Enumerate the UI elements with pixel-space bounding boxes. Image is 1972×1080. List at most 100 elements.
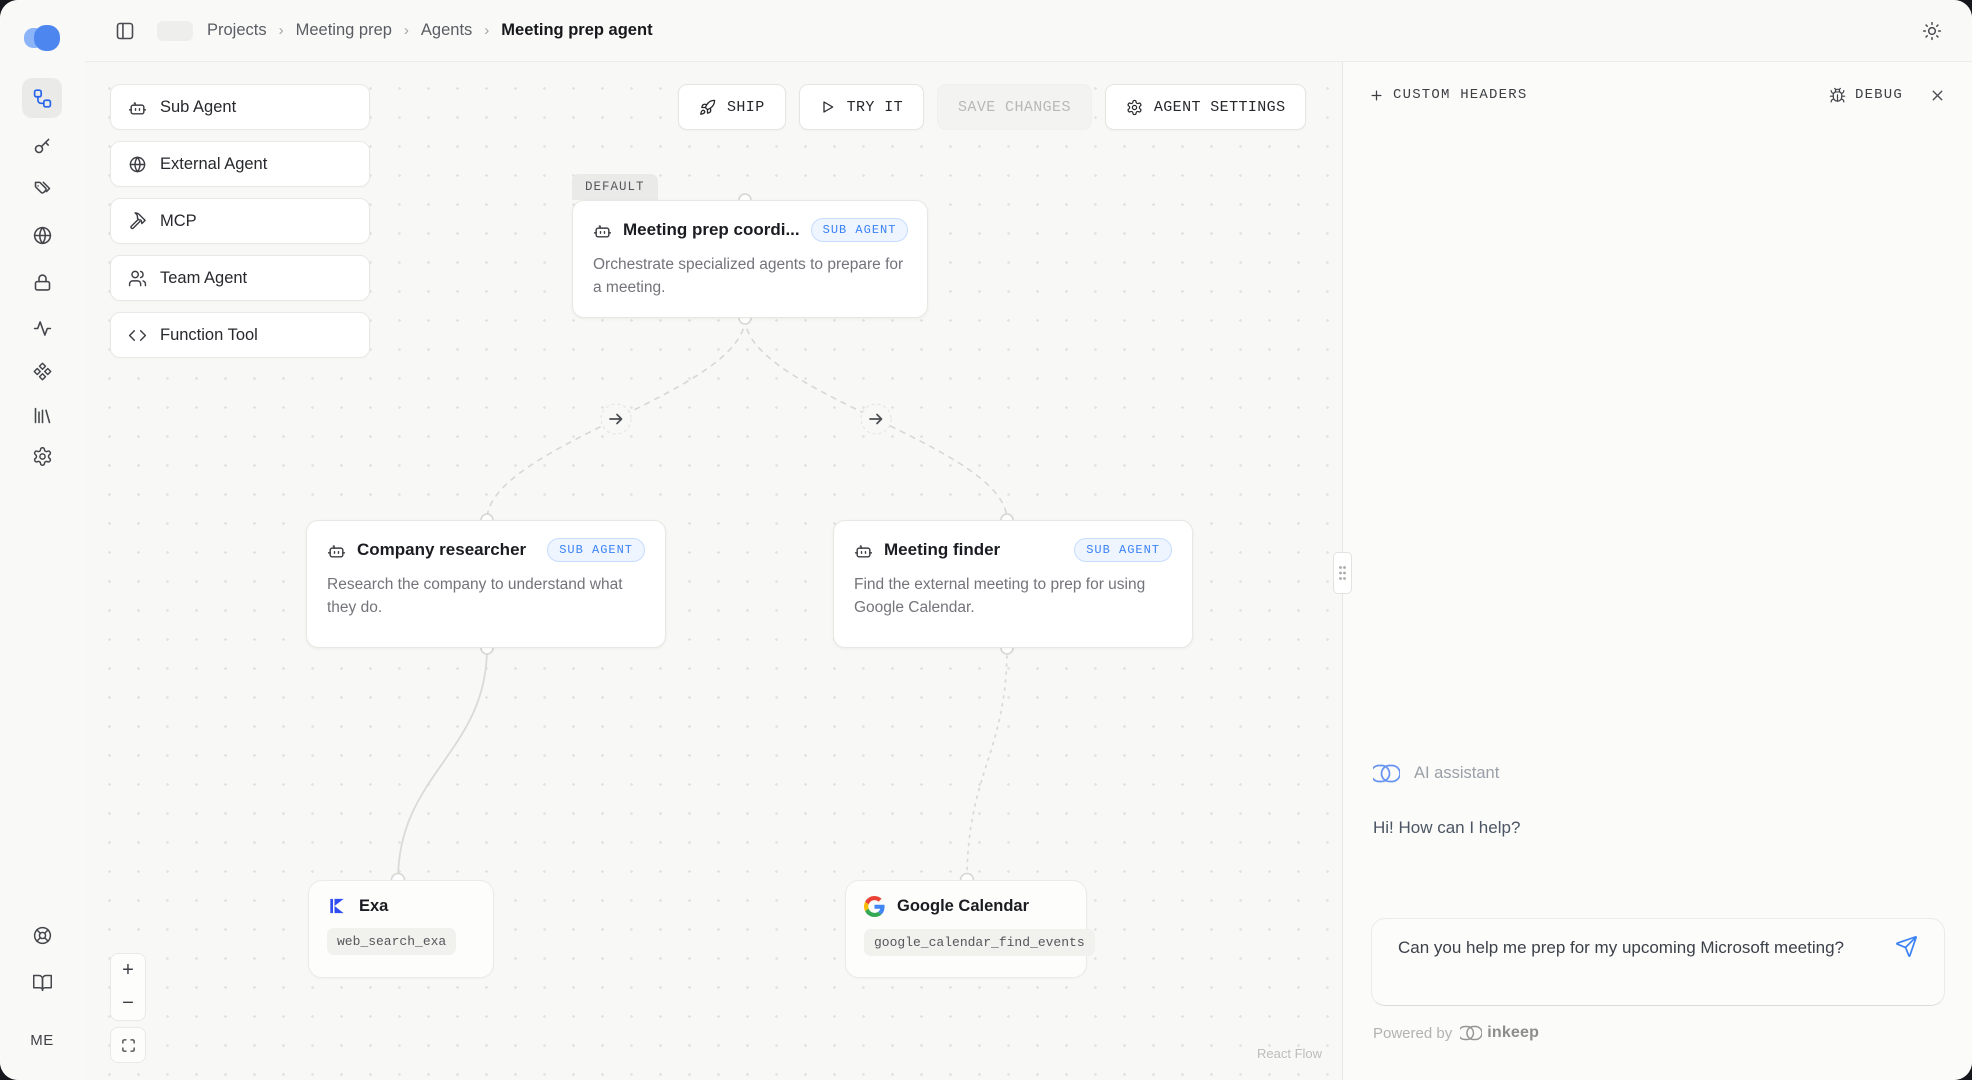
assistant-header: AI assistant xyxy=(1373,764,1499,783)
help-lifebuoy-icon[interactable] xyxy=(22,915,62,955)
users-icon xyxy=(128,269,147,288)
node-meeting-prep-coordinator[interactable]: Meeting prep coordi... SUB AGENT Orchest… xyxy=(572,200,928,318)
assistant-name: AI assistant xyxy=(1414,764,1499,783)
tool-id-chip: web_search_exa xyxy=(327,928,456,955)
breadcrumb-projects[interactable]: Projects xyxy=(207,21,267,40)
code-icon xyxy=(128,326,147,345)
ship-label: SHIP xyxy=(727,99,765,116)
node-exa-tool[interactable]: Exa web_search_exa xyxy=(308,880,494,978)
agent-settings-button[interactable]: AGENT SETTINGS xyxy=(1105,84,1307,130)
docs-book-icon[interactable] xyxy=(22,962,62,1002)
node-description: Find the external meeting to prep for us… xyxy=(854,573,1172,620)
palette-external-agent[interactable]: External Agent xyxy=(110,141,370,187)
sub-agent-badge: SUB AGENT xyxy=(811,218,909,242)
play-icon xyxy=(820,99,836,115)
exa-logo xyxy=(327,896,347,916)
custom-headers-button[interactable]: CUSTOM HEADERS xyxy=(1369,87,1527,103)
node-company-researcher[interactable]: Company researcher SUB AGENT Research th… xyxy=(306,520,666,648)
nav-settings-icon[interactable] xyxy=(22,436,62,476)
chat-input-card: Can you help me prep for my upcoming Mic… xyxy=(1371,918,1945,1006)
google-logo xyxy=(864,896,885,917)
breadcrumb-separator: › xyxy=(279,22,284,39)
inkeep-logo[interactable] xyxy=(24,25,60,51)
tool-title: Exa xyxy=(359,897,388,916)
nav-library-icon[interactable] xyxy=(22,395,62,435)
nav-tags-icon[interactable] xyxy=(22,168,62,208)
hammer-icon xyxy=(128,212,147,231)
palette-item-label: Sub Agent xyxy=(160,98,236,117)
palette-function-tool[interactable]: Function Tool xyxy=(110,312,370,358)
panel-toggle-icon[interactable] xyxy=(115,21,135,41)
save-changes-button[interactable]: SAVE CHANGES xyxy=(937,84,1092,130)
bot-icon xyxy=(854,541,873,560)
try-it-button[interactable]: TRY IT xyxy=(799,84,924,130)
assistant-greeting: Hi! How can I help? xyxy=(1373,818,1520,838)
nav-graph-icon[interactable] xyxy=(22,78,62,118)
node-title: Meeting prep coordi... xyxy=(623,220,800,240)
gear-icon xyxy=(1126,99,1143,116)
zoom-out-button[interactable]: − xyxy=(111,987,145,1020)
edge-arrow-marker xyxy=(601,404,631,434)
top-bar: Projects › Meeting prep › Agents › Meeti… xyxy=(85,0,1972,62)
node-title: Meeting finder xyxy=(884,540,1000,560)
react-flow-attribution[interactable]: React Flow xyxy=(1257,1046,1322,1061)
sub-agent-badge: SUB AGENT xyxy=(1074,538,1172,562)
powered-by[interactable]: Powered by inkeep xyxy=(1373,1024,1539,1042)
plus-icon xyxy=(1369,88,1384,103)
zoom-in-button[interactable]: + xyxy=(111,954,145,987)
custom-headers-label: CUSTOM HEADERS xyxy=(1393,87,1527,103)
breadcrumb-separator: › xyxy=(404,22,409,39)
breadcrumb-current: Meeting prep agent xyxy=(501,21,652,40)
node-description: Orchestrate specialized agents to prepar… xyxy=(593,253,907,300)
powered-by-label: Powered by xyxy=(1373,1025,1452,1042)
debug-label: DEBUG xyxy=(1855,87,1903,103)
tool-title: Google Calendar xyxy=(897,897,1029,916)
sub-agent-badge: SUB AGENT xyxy=(547,538,645,562)
edge-arrow-marker xyxy=(861,404,891,434)
debug-button[interactable]: DEBUG xyxy=(1829,87,1903,104)
panel-resize-handle[interactable] xyxy=(1333,552,1352,594)
zoom-controls: + − xyxy=(110,953,146,1063)
nav-activity-icon[interactable] xyxy=(22,308,62,348)
breadcrumb-agents[interactable]: Agents xyxy=(421,21,472,40)
nav-globe-icon[interactable] xyxy=(22,215,62,255)
agent-settings-label: AGENT SETTINGS xyxy=(1154,99,1286,116)
left-rail: ME xyxy=(0,0,85,1080)
default-agent-tag: DEFAULT xyxy=(572,174,658,200)
nav-lock-icon[interactable] xyxy=(22,262,62,302)
breadcrumb: Projects › Meeting prep › Agents › Meeti… xyxy=(207,21,653,40)
nav-key-icon[interactable] xyxy=(22,125,62,165)
canvas-toolbar: SHIP TRY IT SAVE CHANGES AGENT SETTINGS xyxy=(678,84,1306,130)
node-title: Company researcher xyxy=(357,540,526,560)
bot-icon xyxy=(327,541,346,560)
rocket-icon xyxy=(699,99,716,116)
node-google-calendar-tool[interactable]: Google Calendar google_calendar_find_eve… xyxy=(845,880,1087,978)
bot-icon xyxy=(593,221,612,240)
palette-mcp[interactable]: MCP xyxy=(110,198,370,244)
app-window: ME Projects › Meeting prep › Agents › Me… xyxy=(0,0,1972,1080)
user-avatar[interactable]: ME xyxy=(22,1020,62,1060)
palette-sub-agent[interactable]: Sub Agent xyxy=(110,84,370,130)
palette-team-agent[interactable]: Team Agent xyxy=(110,255,370,301)
breadcrumb-separator: › xyxy=(484,22,489,39)
chat-panel-header: CUSTOM HEADERS DEBUG xyxy=(1343,62,1972,128)
palette-item-label: External Agent xyxy=(160,155,267,174)
close-icon[interactable] xyxy=(1929,87,1946,104)
flow-canvas[interactable]: Sub Agent External Agent MCP Team Agent … xyxy=(85,62,1341,1080)
inkeep-assistant-icon xyxy=(1373,764,1400,783)
fit-view-button[interactable] xyxy=(110,1027,146,1063)
chat-input[interactable]: Can you help me prep for my upcoming Mic… xyxy=(1398,935,1874,961)
ship-button[interactable]: SHIP xyxy=(678,84,786,130)
palette-item-label: Function Tool xyxy=(160,326,258,345)
user-initials: ME xyxy=(30,1032,54,1049)
try-it-label: TRY IT xyxy=(847,99,903,116)
breadcrumb-meeting-prep[interactable]: Meeting prep xyxy=(296,21,392,40)
nav-components-icon[interactable] xyxy=(22,351,62,391)
globe-icon xyxy=(128,155,147,174)
palette-item-label: MCP xyxy=(160,212,197,231)
send-icon[interactable] xyxy=(1895,935,1918,958)
inkeep-mark-icon xyxy=(1460,1025,1482,1041)
theme-toggle-sun-icon[interactable] xyxy=(1922,21,1942,41)
node-meeting-finder[interactable]: Meeting finder SUB AGENT Find the extern… xyxy=(833,520,1193,648)
bug-icon xyxy=(1829,87,1846,104)
